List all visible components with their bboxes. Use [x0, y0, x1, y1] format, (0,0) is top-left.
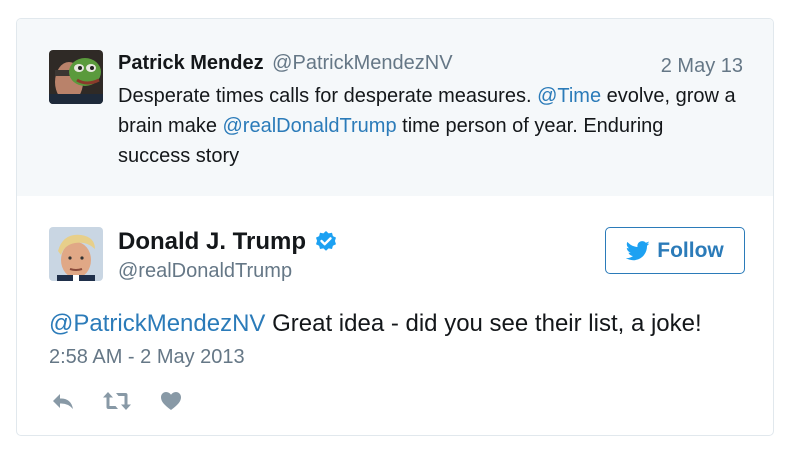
- verified-badge-icon: [314, 230, 338, 254]
- parent-text-part: Desperate times calls for desperate meas…: [118, 85, 538, 107]
- follow-button[interactable]: Follow: [605, 227, 745, 274]
- mention-link[interactable]: @PatrickMendezNV: [49, 310, 265, 337]
- parent-author-name[interactable]: Patrick Mendez: [118, 52, 264, 74]
- embedded-tweet-card: Patrick Mendez @PatrickMendezNV 2 May 13…: [16, 18, 774, 436]
- mention-trump-link[interactable]: @realDonaldTrump: [223, 115, 397, 137]
- tweet-text: @PatrickMendezNV Great idea - did you se…: [49, 309, 749, 339]
- author-handle[interactable]: @realDonaldTrump: [118, 260, 292, 283]
- parent-author-handle[interactable]: @PatrickMendezNV: [272, 52, 452, 74]
- parent-tweet[interactable]: Patrick Mendez @PatrickMendezNV 2 May 13…: [17, 19, 773, 196]
- tweet-author[interactable]: Donald J. Trump: [118, 228, 338, 256]
- twitter-bird-icon: [626, 240, 650, 260]
- tweet-timestamp[interactable]: 2:58 AM - 2 May 2013: [49, 346, 245, 369]
- parent-avatar[interactable]: [49, 50, 103, 104]
- parent-author[interactable]: Patrick Mendez @PatrickMendezNV: [118, 52, 453, 75]
- parent-tweet-text: Desperate times calls for desperate meas…: [118, 81, 738, 171]
- tweet-body: Great idea - did you see their list, a j…: [265, 310, 702, 337]
- author-avatar[interactable]: [49, 227, 103, 281]
- tweet-actions: [49, 389, 183, 413]
- heart-icon[interactable]: [159, 389, 183, 413]
- mention-time-link[interactable]: @Time: [537, 85, 601, 107]
- retweet-icon[interactable]: [101, 389, 133, 413]
- reply-icon[interactable]: [49, 389, 77, 413]
- author-name[interactable]: Donald J. Trump: [118, 228, 306, 256]
- parent-tweet-date[interactable]: 2 May 13: [661, 55, 743, 78]
- follow-label: Follow: [657, 238, 724, 262]
